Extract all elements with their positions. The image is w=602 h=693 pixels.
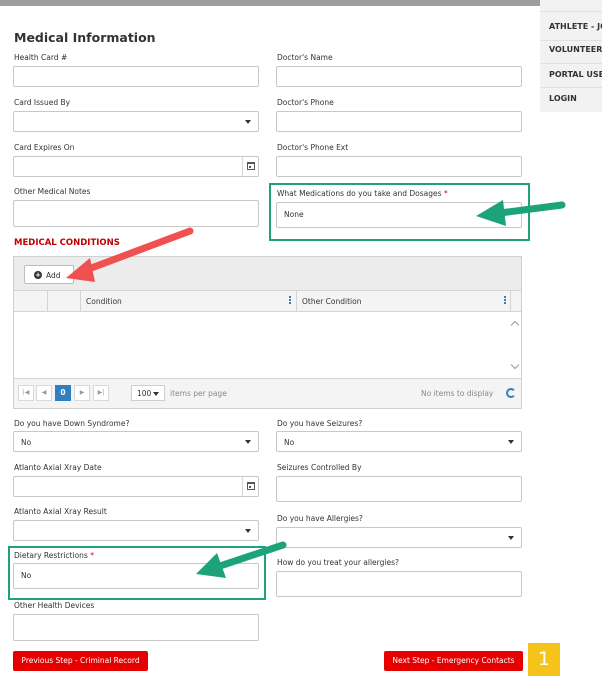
doctor-phone-ext-input[interactable]: [276, 156, 522, 177]
highlight-box-dietary: [8, 546, 266, 600]
health-card-input[interactable]: [13, 66, 259, 87]
calendar-icon[interactable]: [242, 157, 258, 176]
other-medical-notes-label: Other Medical Notes: [14, 187, 91, 196]
seizures-controlled-label: Seizures Controlled By: [277, 463, 362, 472]
doctor-phone-label: Doctor's Phone: [277, 98, 334, 107]
seizures-label: Do you have Seizures?: [277, 419, 363, 428]
grid-body: [14, 312, 521, 378]
down-syndrome-select[interactable]: No: [13, 431, 259, 452]
conditions-title: MEDICAL CONDITIONS: [14, 238, 120, 248]
nav-item-volunteer[interactable]: VOLUNTEER -: [549, 45, 602, 54]
page-size-select[interactable]: 100: [131, 385, 165, 401]
first-page-icon[interactable]: |◀: [18, 385, 34, 401]
card-expires-input[interactable]: [13, 156, 259, 177]
down-syndrome-value: No: [21, 438, 32, 447]
seizures-select[interactable]: No: [276, 431, 522, 452]
atlanto-date-input[interactable]: [13, 476, 259, 497]
chevron-down-icon: [153, 392, 159, 396]
chevron-down-icon: [245, 120, 251, 124]
calendar-icon[interactable]: [242, 477, 258, 496]
items-per-page-label: items per page: [170, 389, 227, 398]
next-page-icon[interactable]: ▶: [74, 385, 90, 401]
add-condition-button[interactable]: + Add: [24, 265, 74, 284]
nav-item-login[interactable]: LOGIN: [549, 94, 577, 103]
scroll-up-icon[interactable]: [510, 320, 520, 330]
nav-divider: [540, 11, 602, 12]
top-bar: [0, 0, 602, 6]
other-devices-input[interactable]: [13, 614, 259, 641]
highlight-box-medications: [269, 183, 530, 241]
nav-item-portal-user[interactable]: PORTAL USER: [549, 70, 602, 79]
allergies-select[interactable]: [276, 527, 522, 548]
card-expires-label: Card Expires On: [14, 143, 75, 152]
seizures-value: No: [284, 438, 295, 447]
previous-step-button[interactable]: Previous Step - Criminal Record: [13, 651, 148, 671]
prev-page-icon[interactable]: ◀: [36, 385, 52, 401]
side-nav: ATHLETE - JOI VOLUNTEER - PORTAL USER LO…: [540, 0, 602, 112]
chevron-down-icon: [508, 440, 514, 444]
scroll-down-icon[interactable]: [510, 360, 520, 370]
column-other-condition[interactable]: Other Condition: [302, 297, 361, 306]
card-issued-select[interactable]: [13, 111, 259, 132]
treat-allergies-input[interactable]: [276, 571, 522, 597]
grid-toolbar: + Add: [14, 257, 521, 291]
column-menu-icon[interactable]: [289, 296, 292, 306]
atlanto-result-label: Atlanto Axial Xray Result: [14, 507, 107, 516]
nav-divider: [540, 87, 602, 88]
column-menu-icon[interactable]: [504, 296, 507, 306]
nav-divider: [540, 40, 602, 41]
grid-header: Condition Other Condition: [14, 291, 521, 312]
atlanto-result-select[interactable]: [13, 520, 259, 541]
doctor-name-label: Doctor's Name: [277, 53, 333, 62]
plus-circle-icon: +: [34, 271, 42, 279]
doctor-phone-input[interactable]: [276, 111, 522, 132]
seizures-controlled-input[interactable]: [276, 476, 522, 502]
health-card-label: Health Card #: [14, 53, 68, 62]
next-step-button[interactable]: Next Step - Emergency Contacts: [384, 651, 523, 671]
add-button-label: Add: [46, 271, 61, 280]
refresh-icon[interactable]: [506, 388, 516, 398]
page-size-value: 100: [137, 389, 152, 398]
current-page[interactable]: 0: [55, 385, 71, 401]
down-syndrome-label: Do you have Down Syndrome?: [14, 419, 130, 428]
nav-item-athlete[interactable]: ATHLETE - JOI: [549, 22, 602, 31]
column-condition[interactable]: Condition: [86, 297, 122, 306]
section-title: Medical Information: [14, 30, 156, 45]
chevron-down-icon: [245, 440, 251, 444]
nav-divider: [540, 63, 602, 64]
doctor-phone-ext-label: Doctor's Phone Ext: [277, 143, 349, 152]
chevron-down-icon: [508, 536, 514, 540]
last-page-icon[interactable]: ▶|: [93, 385, 109, 401]
treat-allergies-label: How do you treat your allergies?: [277, 558, 399, 567]
allergies-label: Do you have Allergies?: [277, 514, 363, 523]
chevron-down-icon: [245, 529, 251, 533]
conditions-grid: + Add Condition Other Condition |◀ ◀ 0 ▶…: [13, 256, 522, 409]
doctor-name-input[interactable]: [276, 66, 522, 87]
step-badge: 1: [528, 643, 560, 676]
empty-grid-text: No items to display: [421, 389, 494, 398]
other-devices-label: Other Health Devices: [14, 601, 95, 610]
atlanto-date-label: Atlanto Axial Xray Date: [14, 463, 102, 472]
card-issued-label: Card Issued By: [14, 98, 71, 107]
other-medical-notes-input[interactable]: [13, 200, 259, 227]
grid-pager: |◀ ◀ 0 ▶ ▶| 100 items per page No items …: [14, 378, 521, 408]
